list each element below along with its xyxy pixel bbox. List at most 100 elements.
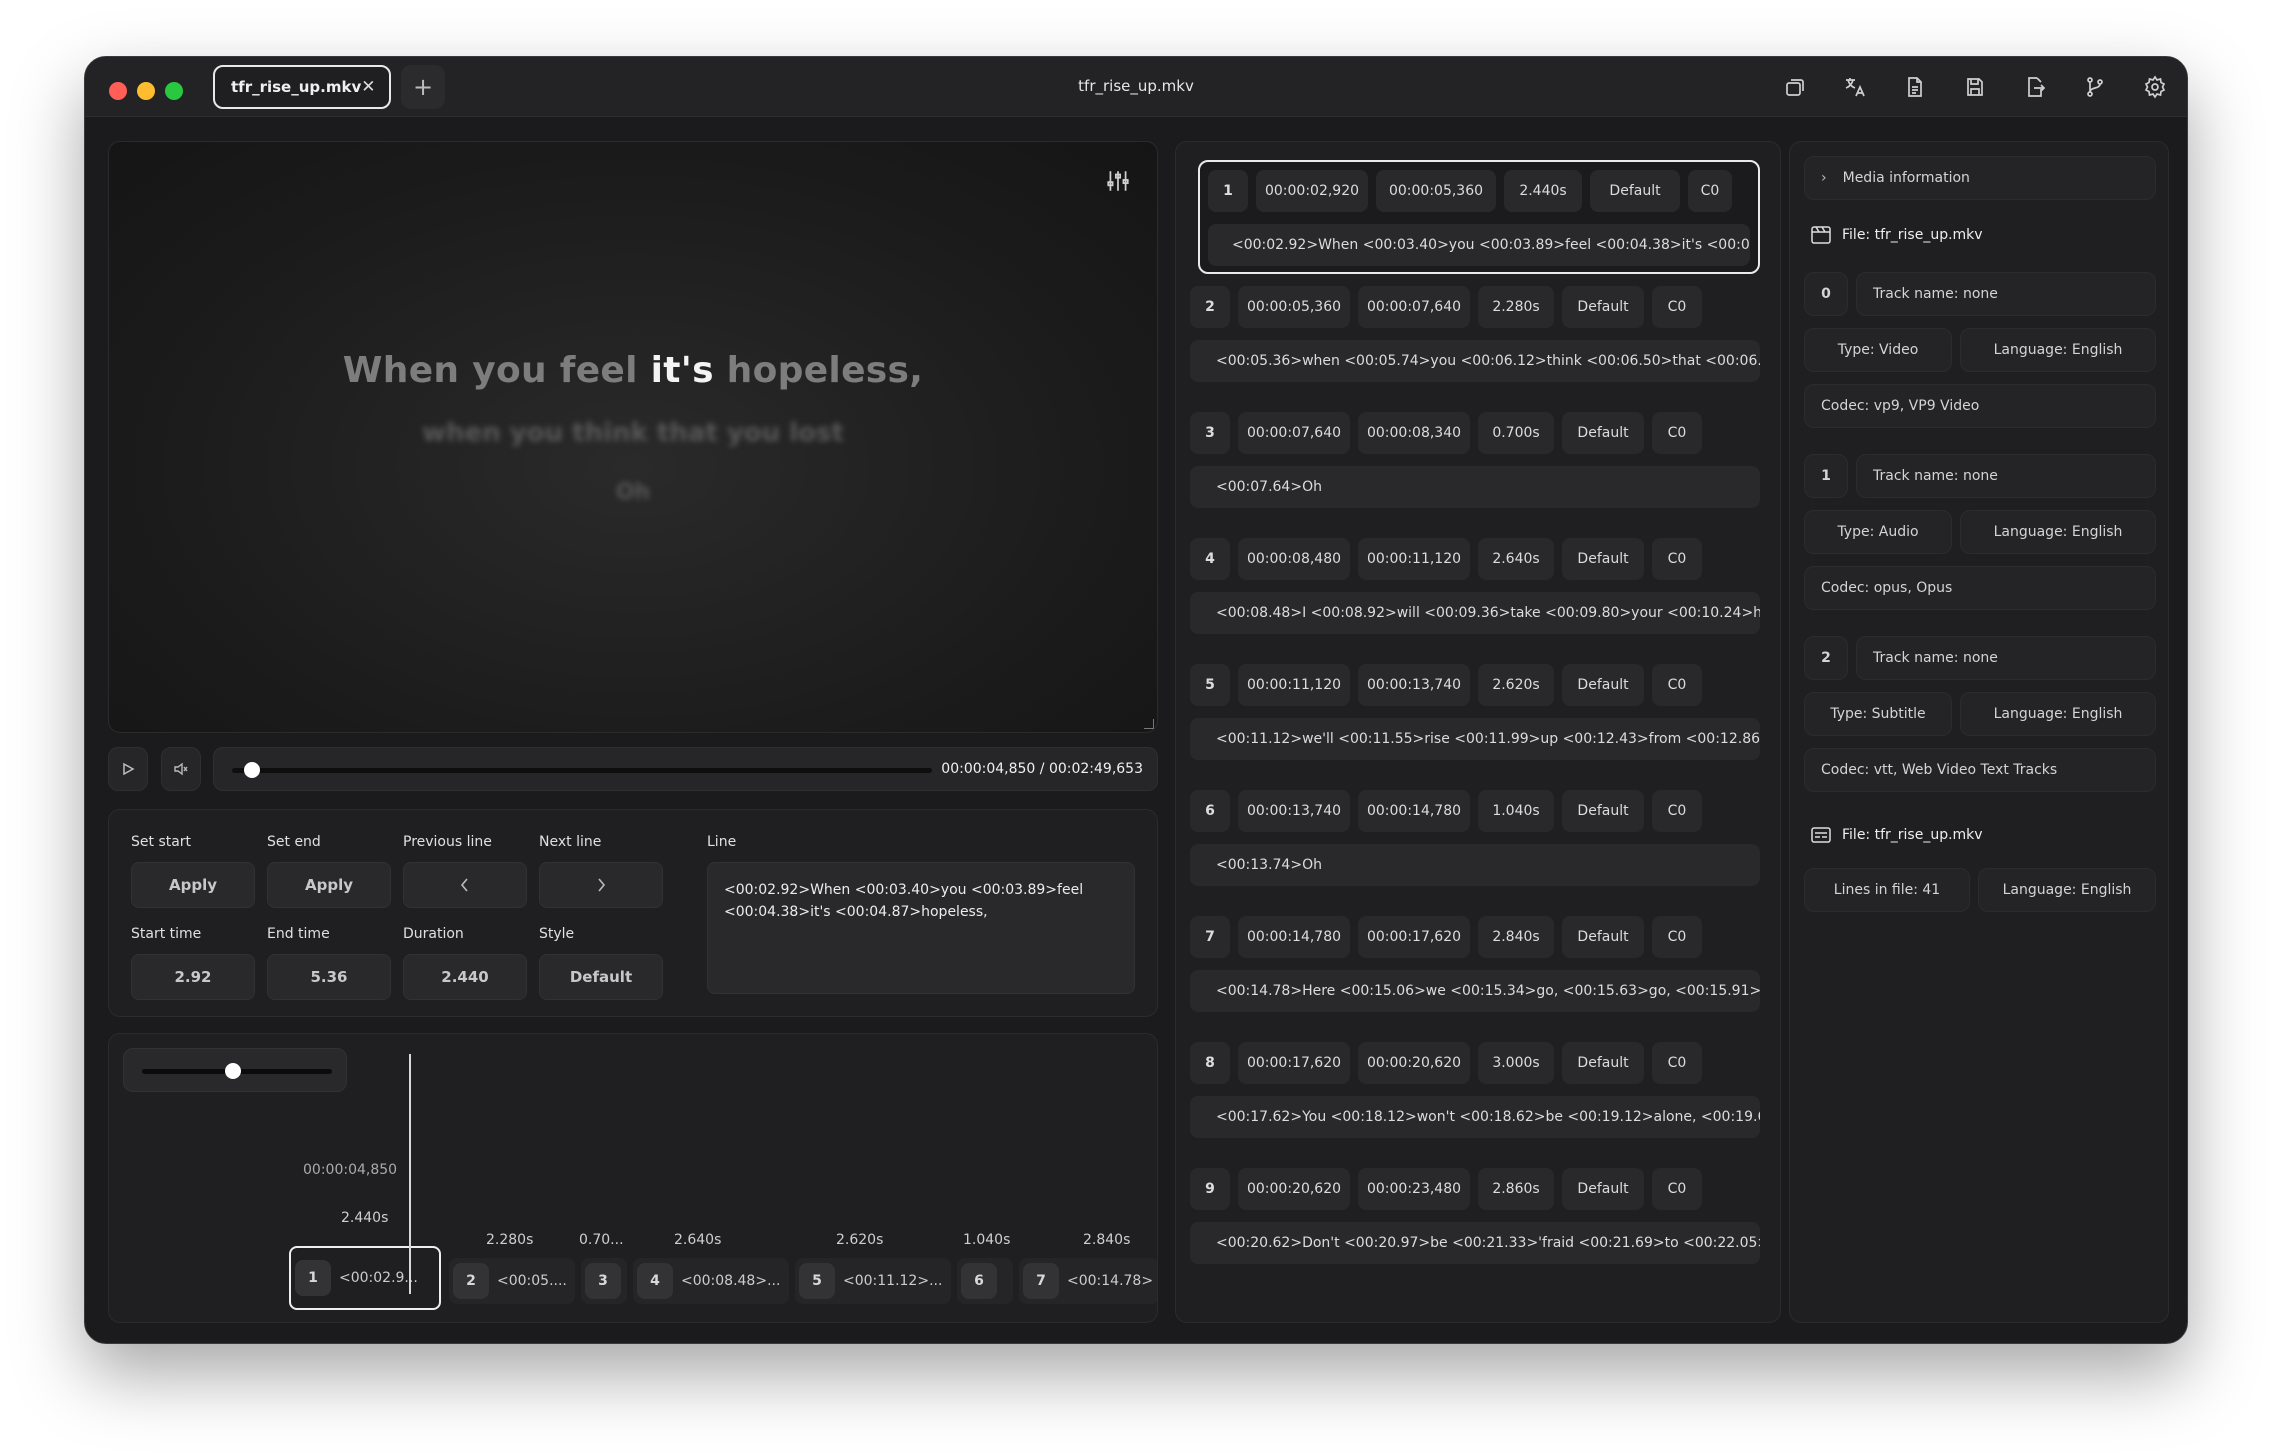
subtitle-text[interactable]: <00:08.48>I <00:08.92>will <00:09.36>tak…	[1190, 592, 1760, 634]
subtitle-layer[interactable]: C0	[1652, 1042, 1702, 1084]
subtitle-layer[interactable]: C0	[1652, 538, 1702, 580]
timeline-clip[interactable]: 6	[957, 1258, 1013, 1304]
file-text-icon[interactable]	[1893, 67, 1937, 107]
subtitle-entry[interactable]: 6 00:00:13,740 00:00:14,780 1.040s Default C0…	[1190, 790, 1760, 894]
subtitle-end[interactable]: 00:00:23,480	[1358, 1168, 1470, 1210]
subtitle-start[interactable]: 00:00:17,620	[1238, 1042, 1350, 1084]
subtitle-duration[interactable]: 1.040s	[1478, 790, 1554, 832]
video-preview[interactable]: When you feel it's hopeless, when you th…	[108, 141, 1158, 733]
subtitle-text[interactable]: <00:11.12>we'll <00:11.55>rise <00:11.99…	[1190, 718, 1760, 760]
subtitle-entry[interactable]: 2 00:00:05,360 00:00:07,640 2.280s Default C0…	[1190, 286, 1760, 390]
subtitle-duration[interactable]: 2.640s	[1478, 538, 1554, 580]
subtitle-text[interactable]: <00:05.36>when <00:05.74>you <00:06.12>t…	[1190, 340, 1760, 382]
subtitle-entry[interactable]: 4 00:00:08,480 00:00:11,120 2.640s Default C0…	[1190, 538, 1760, 642]
zoom-handle[interactable]	[225, 1063, 242, 1079]
subtitle-start[interactable]: 00:00:11,120	[1238, 664, 1350, 706]
subtitle-duration[interactable]: 2.280s	[1478, 286, 1554, 328]
subtitle-start[interactable]: 00:00:14,780	[1238, 916, 1350, 958]
subtitle-duration[interactable]: 2.860s	[1478, 1168, 1554, 1210]
subtitle-layer[interactable]: C0	[1652, 664, 1702, 706]
timeline-playhead[interactable]	[409, 1054, 411, 1294]
subtitle-style[interactable]: Default	[1562, 538, 1644, 580]
next-line-button[interactable]	[539, 862, 663, 908]
subtitle-end[interactable]: 00:00:08,340	[1358, 412, 1470, 454]
subtitle-layer[interactable]: C0	[1652, 412, 1702, 454]
subtitle-style[interactable]: Default	[1562, 286, 1644, 328]
subtitle-end[interactable]: 00:00:07,640	[1358, 286, 1470, 328]
subtitle-text[interactable]: <00:13.74>Oh	[1190, 844, 1760, 886]
gear-icon[interactable]	[2133, 67, 2177, 107]
line-text-input[interactable]: <00:02.92>When <00:03.40>you <00:03.89>f…	[707, 862, 1135, 994]
subtitle-style[interactable]: Default	[1590, 170, 1680, 212]
set-start-apply-button[interactable]: Apply	[131, 862, 255, 908]
duration-input[interactable]: 2.440	[403, 954, 527, 1000]
subtitle-end[interactable]: 00:00:14,780	[1358, 790, 1470, 832]
save-icon[interactable]	[1953, 67, 1997, 107]
subtitle-entry[interactable]: 8 00:00:17,620 00:00:20,620 3.000s Default C0…	[1190, 1042, 1760, 1146]
export-icon[interactable]	[2013, 67, 2057, 107]
subtitle-duration[interactable]: 2.620s	[1478, 664, 1554, 706]
timeline-clip[interactable]: 7 <00:14.78>	[1019, 1258, 1157, 1304]
window-stack-icon[interactable]	[1773, 67, 1817, 107]
subtitle-text[interactable]: <00:14.78>Here <00:15.06>we <00:15.34>go…	[1190, 970, 1760, 1012]
timeline-zoom-slider[interactable]	[123, 1048, 347, 1092]
translate-icon[interactable]	[1833, 67, 1877, 107]
subtitle-text[interactable]: <00:17.62>You <00:18.12>won't <00:18.62>…	[1190, 1096, 1760, 1138]
zoom-track[interactable]	[142, 1063, 332, 1079]
subtitle-entry[interactable]: 3 00:00:07,640 00:00:08,340 0.700s Default C0…	[1190, 412, 1760, 516]
subtitle-layer[interactable]: C0	[1652, 1168, 1702, 1210]
subtitle-entry[interactable]: 7 00:00:14,780 00:00:17,620 2.840s Default C0…	[1190, 916, 1760, 1020]
subtitle-entry[interactable]: 5 00:00:11,120 00:00:13,740 2.620s Default C0…	[1190, 664, 1760, 768]
media-information-toggle[interactable]: › Media information	[1804, 156, 2156, 200]
seek-track[interactable]	[232, 762, 932, 778]
subtitle-style[interactable]: Default	[1562, 790, 1644, 832]
seek-bar[interactable]: 00:00:04,850 / 00:02:49,653	[213, 747, 1158, 791]
subtitle-duration[interactable]: 3.000s	[1478, 1042, 1554, 1084]
subtitle-duration[interactable]: 2.840s	[1478, 916, 1554, 958]
subtitle-entry[interactable]: 9 00:00:20,620 00:00:23,480 2.860s Default C0…	[1190, 1168, 1760, 1272]
subtitle-start[interactable]: 00:00:05,360	[1238, 286, 1350, 328]
subtitle-start[interactable]: 00:00:02,920	[1256, 170, 1368, 212]
subtitle-end[interactable]: 00:00:20,620	[1358, 1042, 1470, 1084]
subtitle-style[interactable]: Default	[1562, 664, 1644, 706]
subtitle-end[interactable]: 00:00:11,120	[1358, 538, 1470, 580]
set-end-apply-button[interactable]: Apply	[267, 862, 391, 908]
subtitle-start[interactable]: 00:00:07,640	[1238, 412, 1350, 454]
start-time-input[interactable]: 2.92	[131, 954, 255, 1000]
subtitle-end[interactable]: 00:00:13,740	[1358, 664, 1470, 706]
subtitle-start[interactable]: 00:00:08,480	[1238, 538, 1350, 580]
play-button[interactable]	[108, 747, 148, 791]
subtitle-text[interactable]: <00:07.64>Oh	[1190, 466, 1760, 508]
subtitle-start[interactable]: 00:00:20,620	[1238, 1168, 1350, 1210]
subtitle-style[interactable]: Default	[1562, 916, 1644, 958]
subtitle-entry-selected[interactable]: 1 00:00:02,920 00:00:05,360 2.440s Defau…	[1198, 160, 1760, 274]
timeline-clip[interactable]: 2 <00:05....	[449, 1258, 575, 1304]
previous-line-button[interactable]	[403, 862, 527, 908]
timeline-clip[interactable]: 5 <00:11.12>...	[795, 1258, 951, 1304]
resize-handle[interactable]	[1144, 719, 1154, 729]
end-time-input[interactable]: 5.36	[267, 954, 391, 1000]
subtitle-style[interactable]: Default	[1562, 1168, 1644, 1210]
subtitle-duration[interactable]: 0.700s	[1478, 412, 1554, 454]
mute-button[interactable]	[161, 747, 201, 791]
sliders-icon[interactable]	[1105, 168, 1131, 198]
subtitle-layer[interactable]: C0	[1688, 170, 1732, 212]
subtitle-style[interactable]: Default	[1562, 412, 1644, 454]
timeline-clip[interactable]: 4 <00:08.48>...	[633, 1258, 789, 1304]
timeline-clip-selected[interactable]: 1 <00:02.9...	[289, 1246, 441, 1310]
subtitle-layer[interactable]: C0	[1652, 790, 1702, 832]
subtitle-text[interactable]: <00:20.62>Don't <00:20.97>be <00:21.33>'…	[1190, 1222, 1760, 1264]
subtitle-start[interactable]: 00:00:13,740	[1238, 790, 1350, 832]
branch-icon[interactable]	[2073, 67, 2117, 107]
subtitle-text[interactable]: <00:02.92>When <00:03.40>you <00:03.89>f…	[1208, 224, 1750, 266]
timeline[interactable]: 00:00:04,850 2.440s 2.280s 0.70... 2.640…	[108, 1033, 1158, 1323]
subtitle-end[interactable]: 00:00:17,620	[1358, 916, 1470, 958]
timeline-clip[interactable]: 3	[581, 1258, 627, 1304]
subtitle-layer[interactable]: C0	[1652, 286, 1702, 328]
style-select[interactable]: Default	[539, 954, 663, 1000]
subtitle-duration[interactable]: 2.440s	[1504, 170, 1582, 212]
subtitle-end[interactable]: 00:00:05,360	[1376, 170, 1496, 212]
subtitle-list[interactable]: 1 00:00:02,920 00:00:05,360 2.440s Defau…	[1175, 141, 1781, 1323]
seek-handle[interactable]	[244, 762, 261, 778]
subtitle-style[interactable]: Default	[1562, 1042, 1644, 1084]
